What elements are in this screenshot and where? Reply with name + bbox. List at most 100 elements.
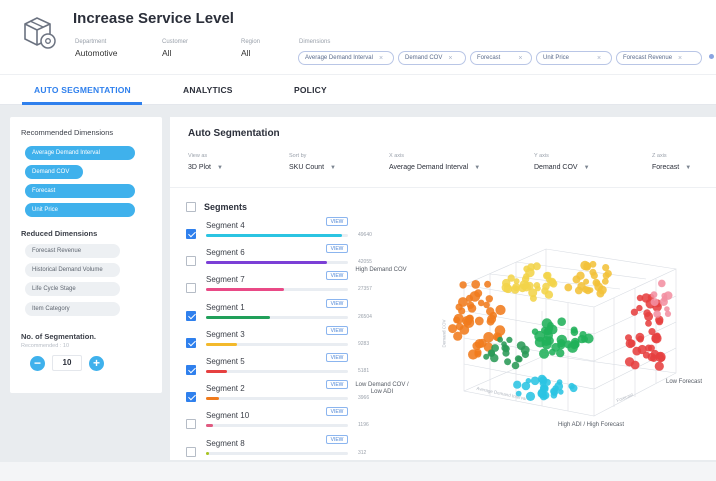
recommended-dimension-pill[interactable]: Average Demand Interval (25, 146, 135, 160)
segment-checkbox[interactable] (186, 229, 196, 239)
plot-point (516, 341, 526, 350)
plot-point (544, 271, 552, 280)
x-axis-dropdown[interactable]: X axis Average Demand Interval ▼ (389, 153, 480, 171)
region-filter[interactable]: Region All (241, 39, 260, 58)
region-value: All (241, 48, 251, 58)
view-as-dropdown[interactable]: View as 3D Plot ▼ (188, 153, 223, 171)
plot-point (484, 280, 492, 288)
view-button[interactable]: VIEW (326, 217, 348, 226)
segment-name: Segment 5 (206, 357, 245, 366)
segment-checkbox[interactable] (186, 283, 196, 294)
view-button[interactable]: VIEW (326, 325, 348, 335)
segment-checkbox[interactable] (186, 310, 196, 321)
customer-filter[interactable]: Customer All (162, 39, 188, 58)
recommended-dimension-pill[interactable]: Demand COV (25, 165, 83, 179)
dimension-chip[interactable]: Forecast × (470, 51, 532, 65)
segment-checkbox[interactable] (186, 365, 196, 375)
plot-point (518, 283, 527, 293)
plot-point (576, 271, 585, 280)
chevron-down-icon: ▼ (330, 165, 336, 171)
view-button[interactable]: VIEW (326, 298, 348, 308)
main-tabs: AUTO SEGMENTATION ANALYTICS POLICY (0, 74, 716, 105)
active-tab-indicator (22, 102, 142, 105)
tab-analytics[interactable]: ANALYTICS (183, 85, 233, 95)
plot-point (495, 304, 506, 316)
department-filter[interactable]: Department Automotive (75, 39, 118, 58)
plot-point (568, 382, 575, 390)
close-icon[interactable]: × (678, 55, 682, 62)
plot-point (651, 333, 662, 344)
reduced-dimension-pill[interactable]: Historical Demand Volume (25, 263, 120, 277)
close-icon[interactable]: × (597, 55, 601, 62)
plot-point (486, 307, 495, 316)
view-button[interactable]: VIEW (326, 271, 348, 281)
select-all-checkbox[interactable] (186, 202, 196, 212)
department-value: Automotive (75, 48, 118, 58)
recommended-dimension-pill[interactable]: Unit Price (25, 203, 135, 217)
dimension-chip[interactable]: Demand COV × (398, 51, 466, 65)
plot-point (497, 336, 503, 343)
close-icon[interactable]: × (448, 55, 452, 62)
plot-point (458, 307, 466, 315)
reduced-dimension-pill[interactable]: Item Category (25, 302, 120, 316)
segment-checkbox[interactable] (186, 337, 196, 348)
view-button[interactable]: VIEW (326, 434, 348, 444)
view-button[interactable]: VIEW (326, 380, 348, 390)
plot-point (557, 341, 566, 350)
tab-policy[interactable]: POLICY (294, 85, 327, 95)
segment-bar-fill (206, 261, 327, 265)
plot-point (474, 339, 485, 349)
segment-checkbox[interactable] (186, 392, 196, 403)
view-button[interactable]: VIEW (326, 407, 348, 417)
segment-row[interactable]: Segment 3 VIEW 9283 (186, 325, 386, 355)
segment-checkbox[interactable] (186, 446, 196, 457)
segment-row[interactable]: Segment 10 VIEW 1196 (186, 407, 386, 436)
plot-point (537, 374, 547, 384)
segment-row[interactable]: Segment 7 VIEW 27357 (186, 271, 386, 300)
plot-point (636, 294, 644, 302)
view-button[interactable]: VIEW (326, 244, 348, 254)
plot-point (590, 272, 598, 280)
close-icon[interactable]: × (379, 55, 383, 62)
dimension-chip[interactable]: Forecast Revenue × (616, 51, 702, 65)
segment-name: Segment 10 (206, 411, 250, 421)
plot-point (542, 282, 550, 291)
dimension-chip[interactable]: Unit Price × (536, 51, 612, 65)
plot-point (474, 316, 484, 326)
chevron-down-icon: ▼ (216, 165, 223, 171)
segment-bar-track (206, 397, 348, 401)
tab-auto-segmentation[interactable]: AUTO SEGMENTATION (34, 85, 131, 95)
more-chips-indicator[interactable] (709, 54, 714, 59)
plot-point (647, 344, 655, 352)
segment-bar-track (206, 261, 348, 265)
plot-point (550, 392, 558, 399)
dimension-chip[interactable]: Average Demand Interval × (298, 51, 394, 65)
segment-row[interactable]: Segment 1 VIEW 26504 (186, 298, 386, 328)
segment-count: 49640 (358, 232, 372, 238)
sort-by-dropdown[interactable]: Sort by SKU Count ▼ (289, 153, 336, 171)
close-icon[interactable]: × (518, 55, 522, 62)
y-axis-dropdown[interactable]: Y axis Demand COV ▼ (534, 153, 590, 171)
segment-checkbox[interactable] (186, 419, 196, 430)
plot-point (521, 381, 531, 391)
segment-row[interactable]: Segment 4 VIEW 49640 (186, 217, 386, 246)
z-axis-dropdown[interactable]: Z axis Forecast ▼ (652, 153, 691, 171)
segment-count: 5181 (358, 368, 370, 374)
segment-count: 312 (358, 449, 367, 456)
decrement-button[interactable]: − (30, 355, 45, 371)
view-button[interactable]: VIEW (326, 353, 348, 362)
segment-bar-track (206, 424, 348, 428)
plot-point (511, 361, 520, 370)
high-demand-cov-label: High Demand COV (355, 267, 407, 273)
page-footer-shadow (0, 462, 716, 481)
increment-button[interactable]: + (89, 355, 104, 371)
reduced-dimension-pill[interactable]: Life Cycle Stage (25, 282, 120, 296)
plot-point (544, 290, 554, 299)
segment-row[interactable]: Segment 5 VIEW 5181 (186, 353, 386, 382)
segment-checkbox[interactable] (186, 256, 196, 267)
recommended-dimension-pill[interactable]: Forecast (25, 184, 135, 198)
reduced-dimension-pill[interactable]: Forecast Revenue (25, 244, 120, 258)
segment-row[interactable]: Segment 8 VIEW 312 (186, 434, 386, 464)
segmentation-count-input[interactable]: 10 (52, 355, 82, 371)
segmentation-3d-plot[interactable]: High Demand COV Low Demand COV / Low ADI… (355, 223, 716, 450)
